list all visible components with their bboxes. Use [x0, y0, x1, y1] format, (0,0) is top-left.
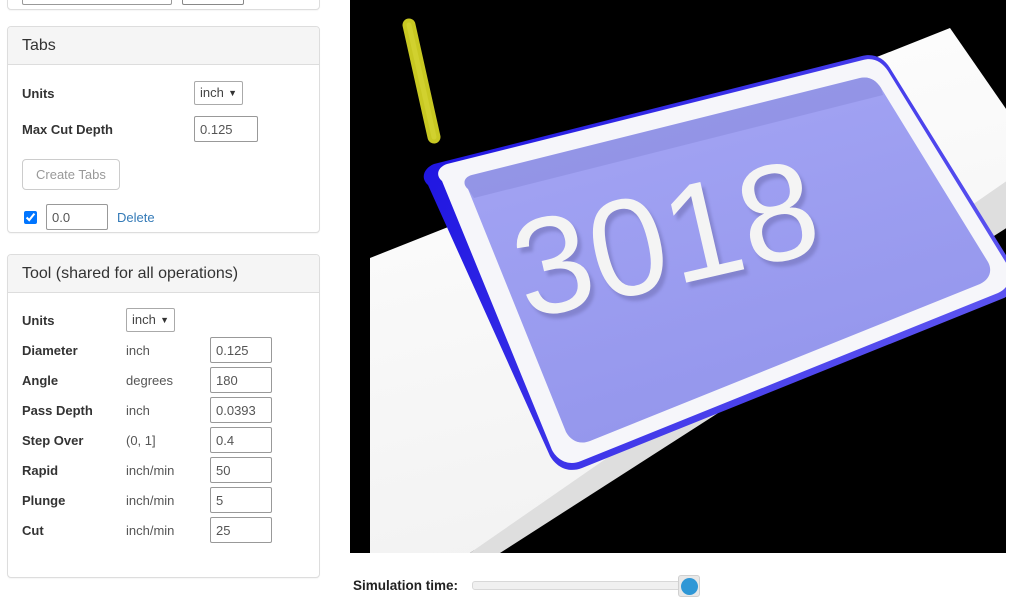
clipped-small-input[interactable]	[182, 0, 244, 5]
three-d-simulation-canvas[interactable]: 3018 3018	[350, 0, 1006, 553]
simulation-time-row: Simulation time:	[353, 575, 701, 597]
tool-row-unit: inch/min	[126, 462, 175, 478]
tab-delete-link[interactable]: Delete	[117, 210, 155, 225]
tabs-units-select[interactable]: inch	[194, 81, 243, 105]
tabs-max-cut-depth-input[interactable]	[194, 116, 258, 142]
tabs-units-label: Units	[22, 85, 55, 101]
tool-row: Pass Depth inch	[22, 395, 305, 425]
tool-parameter-rows: Diameter inch Angle degrees Pass Depth inch St…	[22, 335, 305, 545]
tool-row-unit: degrees	[126, 372, 173, 388]
tool-row-unit: (0, 1]	[126, 432, 156, 448]
tool-row-input[interactable]	[210, 337, 272, 363]
clipped-panel-body	[8, 0, 319, 15]
create-tabs-button-wrap: Create Tabs	[22, 159, 305, 190]
tool-row: Diameter inch	[22, 335, 305, 365]
clipped-panel-above	[7, 0, 320, 10]
tool-row: Step Over (0, 1]	[22, 425, 305, 455]
tool-row-input[interactable]	[210, 457, 272, 483]
tool-row-unit: inch	[126, 342, 150, 358]
slider-track[interactable]	[472, 581, 701, 590]
tab-enabled-checkbox[interactable]	[24, 210, 37, 224]
tab-value-input[interactable]	[46, 204, 108, 230]
tool-row-label: Angle	[22, 372, 59, 388]
tool-units-label: Units	[22, 312, 55, 328]
slider-handle[interactable]	[678, 575, 701, 597]
app-root: Tabs Units inch ▼ Max Cut Depth 0.125 Cr…	[0, 0, 1024, 608]
tool-row-label: Diameter	[22, 342, 78, 358]
tabs-units-select-wrap: inch ▼	[194, 81, 243, 105]
tool-units-row: Units inch ▼	[22, 305, 305, 335]
tabs-panel-heading: Tabs	[8, 27, 319, 65]
tool-row-label: Rapid	[22, 462, 59, 478]
simulation-render: 3018 3018	[350, 0, 1006, 553]
tool-panel: Tool (shared for all operations) Units i…	[7, 254, 320, 578]
tool-row-label: Step Over	[22, 432, 84, 448]
tabs-max-cut-depth-row: Max Cut Depth	[22, 115, 305, 143]
tool-row: Rapid inch/min	[22, 455, 305, 485]
tool-panel-heading: Tool (shared for all operations)	[8, 255, 319, 293]
tool-row-label: Plunge	[22, 492, 66, 508]
tabs-panel-body: Units inch ▼ Max Cut Depth Create Tabs	[8, 65, 319, 242]
tabs-panel: Tabs Units inch ▼ Max Cut Depth 0.125 Cr…	[7, 26, 320, 233]
tool-row: Cut inch/min	[22, 515, 305, 545]
tool-row-unit: inch/min	[126, 522, 175, 538]
tabs-panel-title: Tabs	[22, 37, 56, 54]
tool-units-select[interactable]: inch	[126, 308, 175, 332]
slider-handle-knob[interactable]	[680, 577, 698, 595]
create-tabs-button[interactable]: Create Tabs	[22, 159, 120, 190]
tabs-units-row: Units inch ▼	[22, 79, 305, 107]
clipped-wide-input[interactable]	[22, 0, 172, 5]
tool-row-unit: inch	[126, 402, 150, 418]
clipped-panel-row	[22, 0, 305, 5]
simulation-time-label: Simulation time:	[353, 577, 459, 593]
tool-row: Angle degrees	[22, 365, 305, 395]
tool-row-input[interactable]	[210, 367, 272, 393]
tool-row-input[interactable]	[210, 427, 272, 453]
tool-row: Plunge inch/min	[22, 485, 305, 515]
tool-row-input[interactable]	[210, 487, 272, 513]
tool-panel-body: Units inch ▼ Diameter inch Angle degrees Pas…	[8, 293, 319, 555]
tool-row-unit: inch/min	[126, 492, 175, 508]
simulation-time-slider[interactable]	[472, 575, 701, 597]
tool-row-input[interactable]	[210, 397, 272, 423]
tab-list-item: Delete	[24, 204, 305, 230]
tool-row-label: Cut	[22, 522, 44, 538]
tool-units-select-wrap: inch ▼	[126, 308, 175, 332]
settings-sidebar: Tabs Units inch ▼ Max Cut Depth 0.125 Cr…	[0, 0, 340, 608]
tabs-max-cut-depth-label: Max Cut Depth	[22, 121, 113, 137]
tool-row-input[interactable]	[210, 517, 272, 543]
tool-panel-title: Tool (shared for all operations)	[22, 265, 239, 282]
simulation-view-area: 3018 3018 Simulation time:	[340, 0, 1024, 608]
tool-row-label: Pass Depth	[22, 402, 93, 418]
